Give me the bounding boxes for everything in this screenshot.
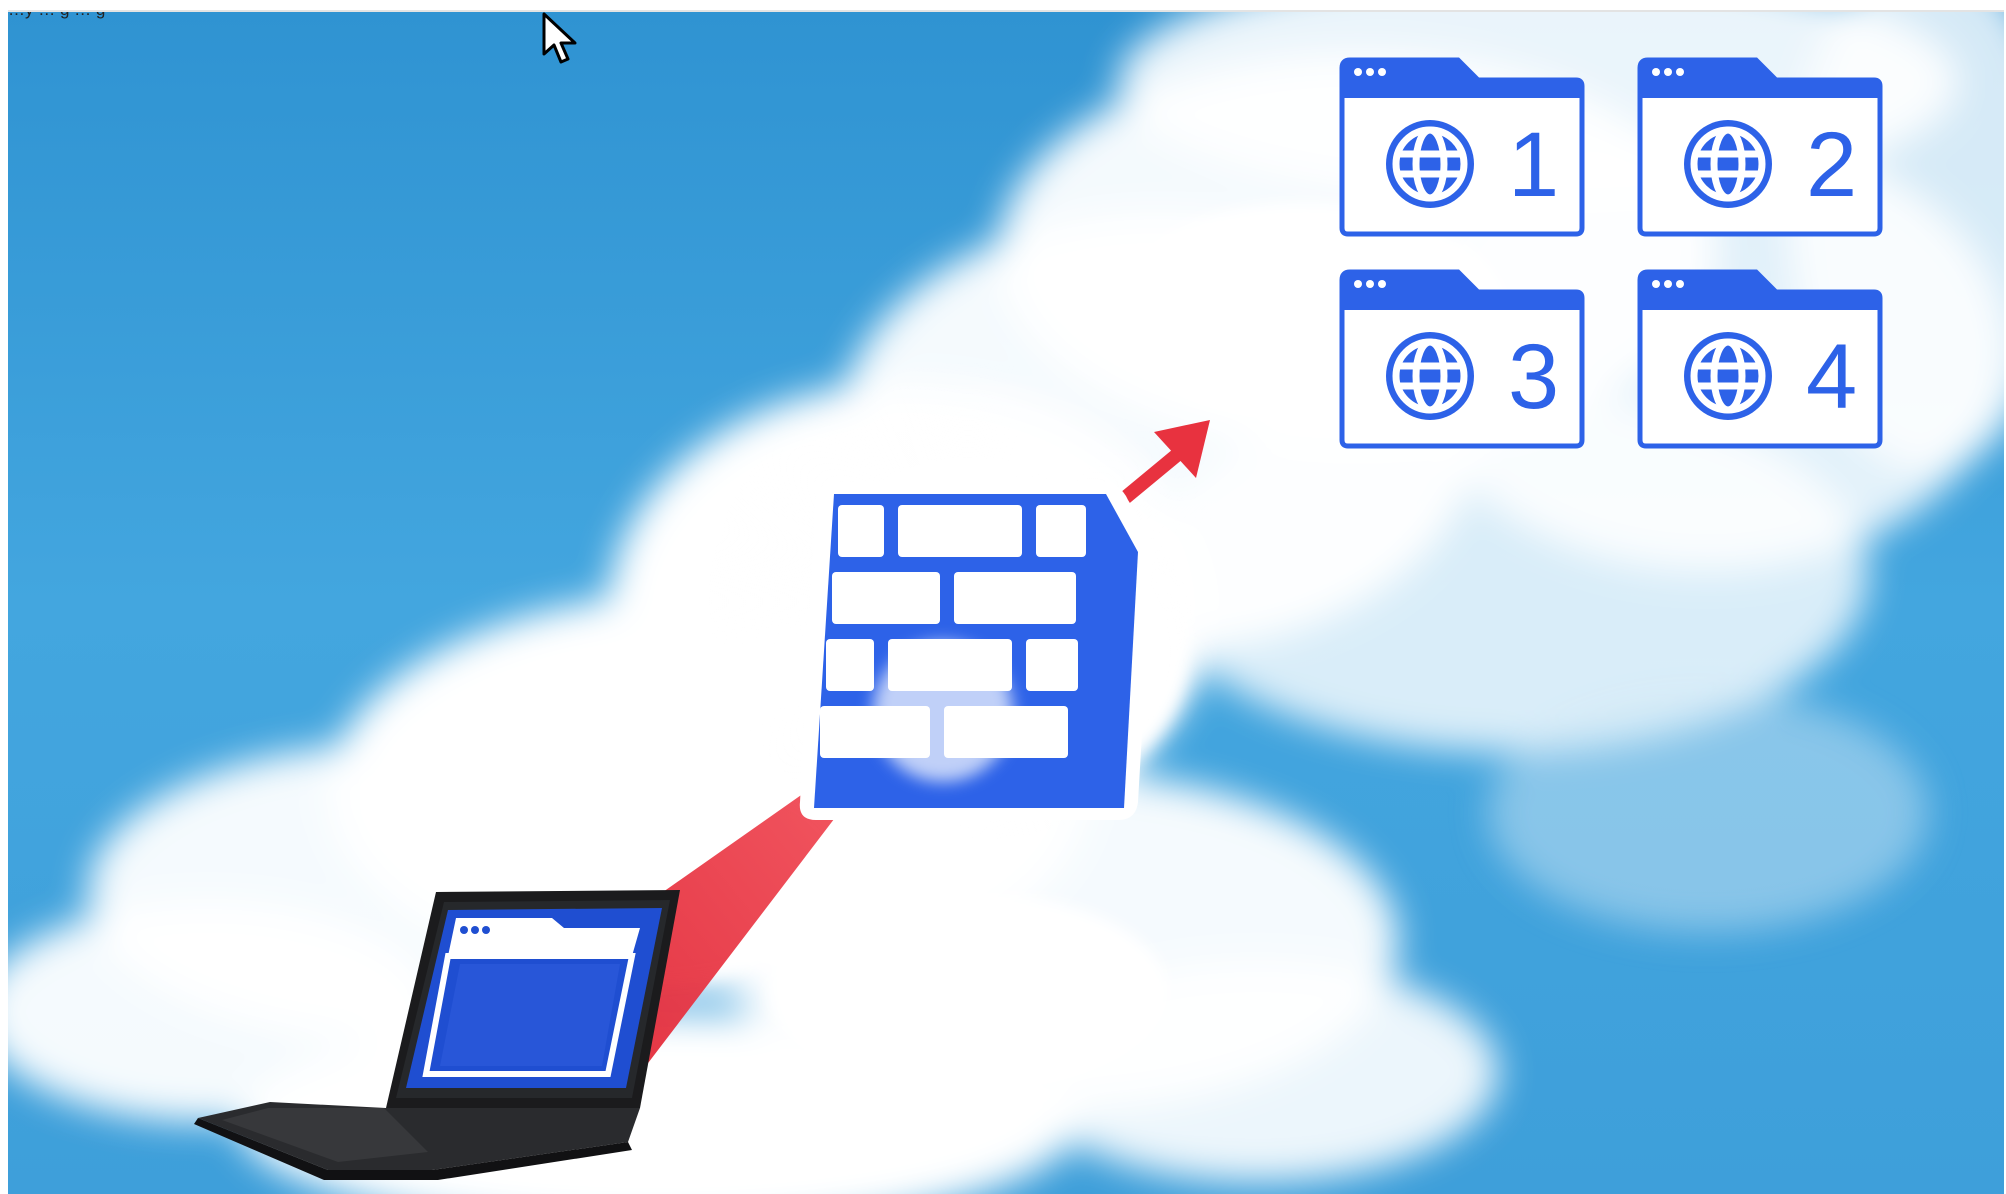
website-panel-4: 4 xyxy=(1637,269,1883,449)
video-frame: 1 2 3 4 xyxy=(8,10,2004,1194)
website-panel-2: 2 xyxy=(1637,57,1883,237)
brick-wall-icon xyxy=(799,482,1153,820)
globe-icon xyxy=(1386,120,1474,208)
mouse-pointer-icon xyxy=(542,12,577,64)
video-caption: …y … g … g xyxy=(8,12,105,22)
website-number: 2 xyxy=(1806,114,1857,216)
globe-icon xyxy=(1684,120,1772,208)
website-number: 3 xyxy=(1508,326,1559,428)
website-number: 4 xyxy=(1806,326,1857,428)
globe-icon xyxy=(1684,332,1772,420)
website-panel-3: 3 xyxy=(1339,269,1585,449)
website-panel-1: 1 xyxy=(1339,57,1585,237)
globe-icon xyxy=(1386,332,1474,420)
cloud-network-illustration: 1 2 3 4 xyxy=(8,12,2004,1194)
website-number: 1 xyxy=(1508,114,1559,216)
